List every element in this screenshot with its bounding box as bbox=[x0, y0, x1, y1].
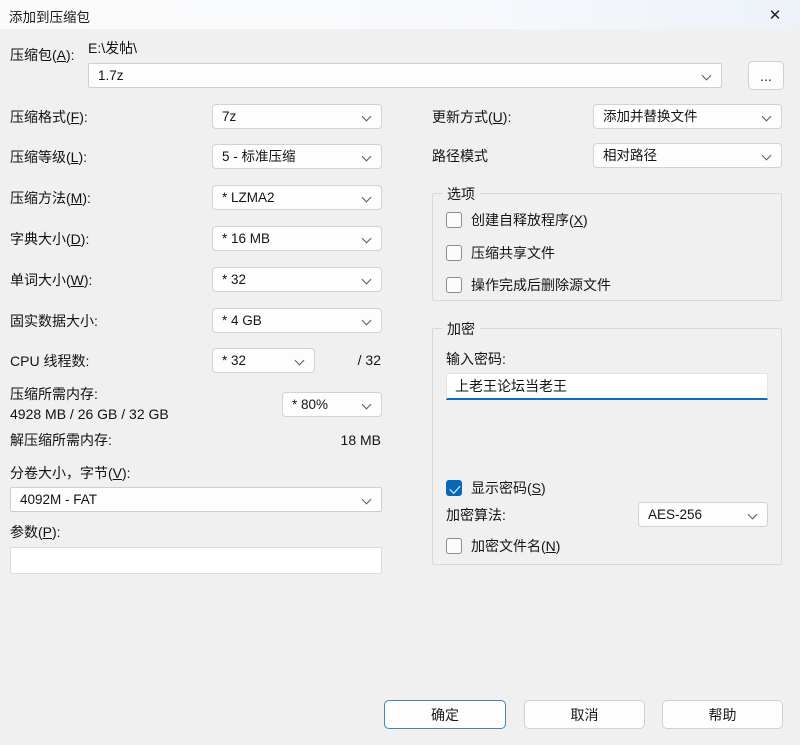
parameters-label: 参数(P): bbox=[10, 523, 61, 541]
chevron-down-icon bbox=[762, 112, 772, 122]
compress-shared-label: 压缩共享文件 bbox=[471, 243, 555, 263]
update-mode-label: 更新方式(U): bbox=[432, 108, 511, 126]
format-label: 压缩格式(F): bbox=[10, 108, 88, 126]
memory-decompress-value: 18 MB bbox=[282, 432, 381, 448]
create-sfx-label: 创建自释放程序(X) bbox=[471, 210, 588, 230]
password-input[interactable] bbox=[446, 373, 768, 400]
help-button[interactable]: 帮助 bbox=[662, 700, 783, 729]
memory-compress-detail: 4928 MB / 26 GB / 32 GB bbox=[10, 405, 169, 423]
chevron-down-icon bbox=[362, 495, 372, 505]
title-bar: 添加到压缩包 ✕ bbox=[0, 0, 800, 29]
cancel-button[interactable]: 取消 bbox=[524, 700, 645, 729]
close-button[interactable]: ✕ bbox=[758, 2, 792, 27]
delete-after-checkbox[interactable] bbox=[446, 277, 462, 293]
show-password-checkbox[interactable] bbox=[446, 480, 462, 496]
chevron-down-icon bbox=[362, 152, 372, 162]
word-size-combobox[interactable]: * 32 bbox=[212, 267, 382, 292]
algorithm-combobox[interactable]: AES-256 bbox=[638, 502, 768, 527]
method-combobox[interactable]: * LZMA2 bbox=[212, 185, 382, 210]
volume-size-combobox[interactable]: 4092M - FAT bbox=[10, 487, 382, 512]
dictionary-combobox[interactable]: * 16 MB bbox=[212, 226, 382, 251]
encryption-group-title: 加密 bbox=[442, 320, 480, 338]
memory-compress-label: 压缩所需内存: bbox=[10, 385, 98, 403]
dictionary-label: 字典大小(D): bbox=[10, 230, 89, 248]
chevron-down-icon bbox=[362, 234, 372, 244]
delete-after-row: 操作完成后删除源文件 bbox=[446, 275, 611, 295]
chevron-down-icon bbox=[762, 151, 772, 161]
update-mode-combobox[interactable]: 添加并替换文件 bbox=[593, 104, 782, 129]
chevron-down-icon bbox=[362, 400, 372, 410]
parameters-input[interactable] bbox=[10, 547, 382, 574]
algorithm-label: 加密算法: bbox=[446, 506, 506, 524]
memory-decompress-label: 解压缩所需内存: bbox=[10, 431, 112, 449]
archive-label: 压缩包(A): bbox=[10, 46, 75, 64]
encrypt-names-row: 加密文件名(N) bbox=[446, 536, 560, 556]
show-password-row: 显示密码(S) bbox=[446, 478, 546, 498]
chevron-down-icon bbox=[702, 71, 712, 81]
browse-button[interactable]: ... bbox=[748, 61, 784, 90]
window-title: 添加到压缩包 bbox=[9, 6, 90, 26]
chevron-down-icon bbox=[748, 510, 758, 520]
encrypt-names-checkbox[interactable] bbox=[446, 538, 462, 554]
password-label: 输入密码: bbox=[446, 350, 506, 368]
chevron-down-icon bbox=[362, 193, 372, 203]
show-password-label: 显示密码(S) bbox=[471, 478, 546, 498]
delete-after-label: 操作完成后删除源文件 bbox=[471, 275, 611, 295]
format-combobox[interactable]: 7z bbox=[212, 104, 382, 129]
chevron-down-icon bbox=[362, 275, 372, 285]
level-label: 压缩等级(L): bbox=[10, 148, 87, 166]
encrypt-names-label: 加密文件名(N) bbox=[471, 536, 560, 556]
volume-size-label: 分卷大小，字节(V): bbox=[10, 464, 131, 482]
chevron-down-icon bbox=[362, 112, 372, 122]
level-combobox[interactable]: 5 - 标准压缩 bbox=[212, 144, 382, 169]
path-mode-combobox[interactable]: 相对路径 bbox=[593, 143, 782, 168]
method-label: 压缩方法(M): bbox=[10, 189, 91, 207]
options-group-title: 选项 bbox=[442, 185, 480, 203]
cpu-threads-max: / 32 bbox=[300, 352, 381, 368]
close-icon: ✕ bbox=[769, 6, 782, 24]
word-size-label: 单词大小(W): bbox=[10, 271, 92, 289]
compress-shared-checkbox[interactable] bbox=[446, 245, 462, 261]
archive-name-value: 1.7z bbox=[98, 64, 695, 87]
compress-shared-row: 压缩共享文件 bbox=[446, 243, 555, 263]
archive-name-combobox[interactable]: 1.7z bbox=[88, 63, 722, 88]
solid-block-label: 固实数据大小: bbox=[10, 312, 98, 330]
solid-block-combobox[interactable]: * 4 GB bbox=[212, 308, 382, 333]
chevron-down-icon bbox=[362, 316, 372, 326]
create-sfx-checkbox[interactable] bbox=[446, 212, 462, 228]
path-mode-label: 路径模式 bbox=[432, 147, 488, 165]
archive-directory: E:\发帖\ bbox=[88, 39, 137, 57]
cpu-threads-label: CPU 线程数: bbox=[10, 352, 89, 370]
create-sfx-row: 创建自释放程序(X) bbox=[446, 210, 588, 230]
add-to-archive-dialog: { "window": { "title": "添加到压缩包", "close_… bbox=[0, 0, 800, 745]
ok-button[interactable]: 确定 bbox=[384, 700, 506, 729]
memory-usage-combobox[interactable]: * 80% bbox=[282, 392, 382, 417]
